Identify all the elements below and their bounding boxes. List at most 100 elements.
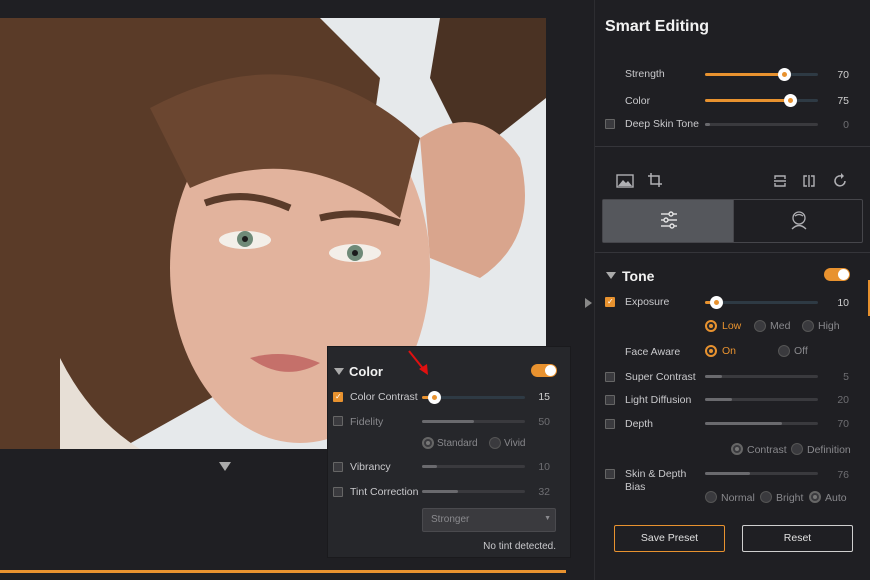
face-aware-off-radio[interactable] xyxy=(778,345,790,357)
depth-value: 70 xyxy=(837,418,849,430)
auto-radio[interactable] xyxy=(809,491,821,503)
color-value: 75 xyxy=(837,95,849,107)
vivid-label: Vivid xyxy=(504,438,526,449)
reset-button[interactable]: Reset xyxy=(742,525,853,552)
smart-editing-title: Smart Editing xyxy=(605,18,710,35)
low-label: Low xyxy=(722,320,742,332)
deep-skin-tone-label: Deep Skin Tone xyxy=(625,118,699,130)
collapse-triangle-icon[interactable] xyxy=(334,368,344,375)
face-aware-label: Face Aware xyxy=(625,346,681,358)
mode-segmented-control xyxy=(602,199,863,243)
tint-strength-select[interactable]: Stronger ▼ xyxy=(422,508,556,532)
super-contrast-checkbox[interactable] xyxy=(605,372,615,382)
sliders-icon xyxy=(661,211,677,229)
exposure-checkbox[interactable] xyxy=(605,297,615,307)
vibrancy-label: Vibrancy xyxy=(350,461,391,473)
rotate-icon[interactable] xyxy=(833,173,848,188)
off-label: Off xyxy=(794,345,808,357)
exposure-label: Exposure xyxy=(625,296,670,308)
red-pointer-arrow-icon xyxy=(408,350,428,375)
light-diffusion-label: Light Diffusion xyxy=(625,394,692,406)
progress-bar xyxy=(0,570,566,573)
skin-depth-bias-value: 76 xyxy=(837,469,849,481)
contrast-radio[interactable] xyxy=(731,443,743,455)
right-panel: Smart Editing Strength 70 Color 75 Deep … xyxy=(594,0,870,580)
color-panel: Color Color Contrast 15 Fidelity 50 Stan… xyxy=(327,346,571,558)
color-contrast-slider[interactable] xyxy=(422,391,525,404)
depth-label: Depth xyxy=(625,418,654,430)
portrait-tab[interactable] xyxy=(734,200,862,242)
tint-correction-label: Tint Correction xyxy=(350,486,419,498)
deep-skin-tone-checkbox[interactable] xyxy=(605,119,615,129)
deep-skin-tone-slider[interactable] xyxy=(705,123,818,126)
fidelity-slider[interactable] xyxy=(422,420,525,423)
depth-slider[interactable] xyxy=(705,422,818,425)
high-radio[interactable] xyxy=(802,320,814,332)
expand-arrow-icon[interactable] xyxy=(585,298,592,308)
dropdown-arrow-icon: ▼ xyxy=(544,515,551,522)
strength-slider[interactable] xyxy=(705,68,818,81)
color-slider[interactable] xyxy=(705,94,818,107)
vibrancy-value: 10 xyxy=(538,461,550,473)
bright-radio[interactable] xyxy=(760,491,772,503)
image-icon[interactable] xyxy=(616,174,634,188)
low-radio[interactable] xyxy=(705,320,717,332)
divider xyxy=(595,146,870,147)
vibrancy-slider[interactable] xyxy=(422,465,525,468)
tint-correction-slider[interactable] xyxy=(422,490,525,493)
deep-skin-tone-value: 0 xyxy=(843,119,849,131)
definition-label: Definition xyxy=(807,444,851,456)
flip-vertical-icon[interactable] xyxy=(773,174,787,188)
vivid-radio[interactable] xyxy=(489,437,501,449)
med-radio[interactable] xyxy=(754,320,766,332)
fidelity-checkbox[interactable] xyxy=(333,416,343,426)
exposure-value: 10 xyxy=(837,297,849,309)
strength-label: Strength xyxy=(625,68,665,80)
super-contrast-slider[interactable] xyxy=(705,375,818,378)
tone-toggle[interactable] xyxy=(824,268,850,281)
standard-radio[interactable] xyxy=(422,437,434,449)
tone-title: Tone xyxy=(622,268,655,284)
definition-radio[interactable] xyxy=(791,443,803,455)
tint-status: No tint detected. xyxy=(483,541,556,552)
color-panel-title: Color xyxy=(349,364,383,379)
divider xyxy=(595,252,870,253)
tint-strength-value: Stronger xyxy=(431,514,470,525)
light-diffusion-value: 20 xyxy=(837,394,849,406)
tint-correction-value: 32 xyxy=(538,486,550,498)
contrast-label: Contrast xyxy=(747,444,787,456)
color-label: Color xyxy=(625,95,651,107)
normal-label: Normal xyxy=(721,492,755,504)
color-toggle[interactable] xyxy=(531,364,557,377)
on-label: On xyxy=(722,345,737,357)
med-label: Med xyxy=(770,320,791,332)
vibrancy-checkbox[interactable] xyxy=(333,462,343,472)
fidelity-value: 50 xyxy=(538,416,550,428)
face-icon xyxy=(791,211,807,230)
skin-depth-bias-label: Skin & Depth Bias xyxy=(625,468,687,493)
save-preset-button[interactable]: Save Preset xyxy=(614,525,725,552)
super-contrast-label: Super Contrast xyxy=(625,371,696,383)
color-contrast-value: 15 xyxy=(538,391,550,403)
crop-icon[interactable] xyxy=(647,172,663,188)
super-contrast-value: 5 xyxy=(843,371,849,383)
light-diffusion-checkbox[interactable] xyxy=(605,395,615,405)
color-contrast-checkbox[interactable] xyxy=(333,392,343,402)
face-aware-on-radio[interactable] xyxy=(705,345,717,357)
standard-label: Standard xyxy=(437,438,478,449)
collapse-triangle-icon[interactable] xyxy=(606,272,616,279)
light-diffusion-slider[interactable] xyxy=(705,398,818,401)
exposure-slider[interactable] xyxy=(705,296,818,309)
bright-label: Bright xyxy=(776,492,804,504)
collapse-arrow-icon[interactable] xyxy=(219,462,231,471)
auto-label: Auto xyxy=(825,492,847,504)
fidelity-label: Fidelity xyxy=(350,416,384,428)
normal-radio[interactable] xyxy=(705,491,717,503)
skin-depth-bias-slider[interactable] xyxy=(705,472,818,475)
strength-value: 70 xyxy=(837,69,849,81)
tint-correction-checkbox[interactable] xyxy=(333,487,343,497)
flip-horizontal-icon[interactable] xyxy=(802,174,816,188)
depth-checkbox[interactable] xyxy=(605,419,615,429)
skin-depth-bias-checkbox[interactable] xyxy=(605,469,615,479)
adjustments-tab[interactable] xyxy=(603,200,733,242)
